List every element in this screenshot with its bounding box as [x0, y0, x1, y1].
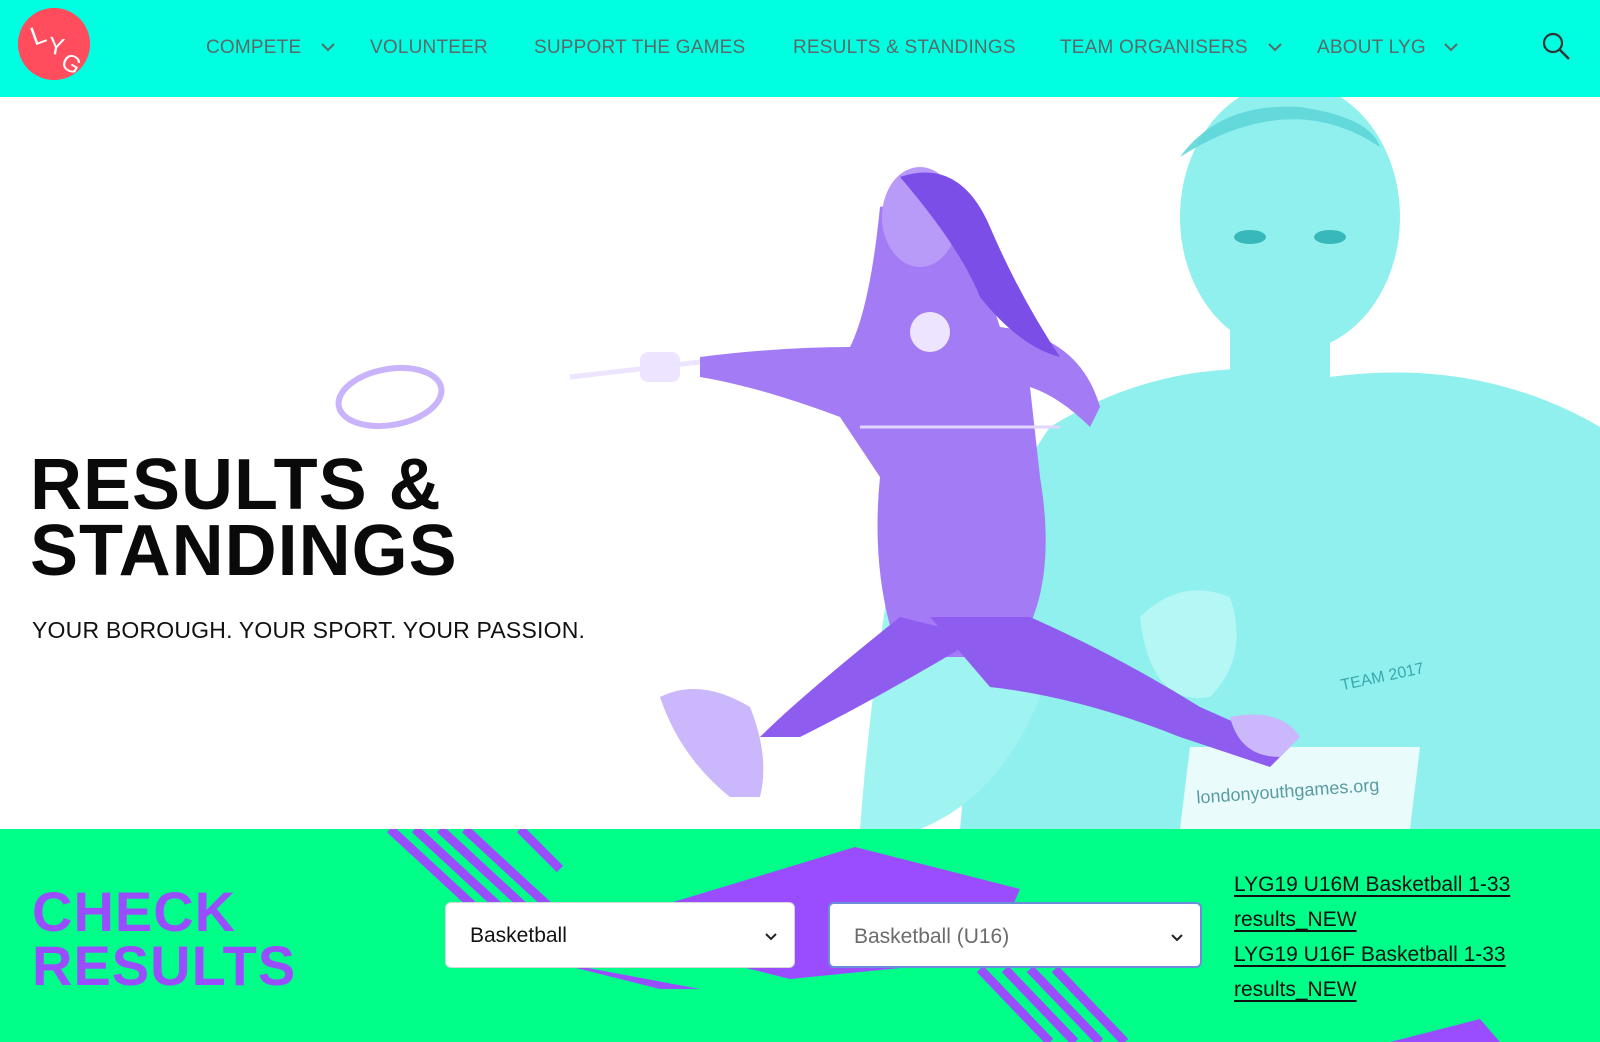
sport-select-value: Basketball — [470, 924, 567, 947]
nav-about-lyg[interactable]: ABOUT LYG — [1317, 37, 1426, 61]
check-results-title-line1: CHECK — [32, 880, 237, 943]
page-title-line1: RESULTS & — [30, 445, 442, 525]
hero-subtitle: YOUR BOROUGH. YOUR SPORT. YOUR PASSION. — [32, 617, 586, 643]
nav-results-standings[interactable]: RESULTS & STANDINGS — [793, 37, 1016, 61]
team-organisers-chevron-down-icon[interactable] — [1265, 37, 1285, 57]
chevron-down-icon — [765, 933, 777, 941]
nav-volunteer[interactable]: VOLUNTEER — [370, 37, 488, 61]
category-select-value: Basketball (U16) — [854, 925, 1010, 948]
chevron-down-icon — [1171, 934, 1183, 942]
category-select[interactable]: Basketball (U16) — [828, 902, 1202, 968]
check-results-title: CHECK RESULTS — [32, 880, 392, 997]
results-links: LYG19 U16M Basketball 1-33 results_NEW L… — [1234, 867, 1574, 1007]
sport-select[interactable]: Basketball — [445, 902, 795, 968]
race-bib: londonyouthgames.org — [1180, 747, 1420, 829]
nav-compete[interactable]: COMPETE — [206, 37, 301, 61]
check-results-section: CHECK RESULTS Basketball Basketball (U16… — [0, 829, 1600, 1042]
search-icon[interactable] — [1540, 30, 1572, 62]
check-results-title-line2: RESULTS — [32, 934, 297, 997]
about-lyg-chevron-down-icon[interactable] — [1441, 37, 1461, 57]
nav-team-organisers[interactable]: TEAM ORGANISERS — [1060, 37, 1248, 61]
lyg-logo[interactable]: L Y G — [18, 8, 90, 81]
hero-section: londonyouthgames.org TEAM 2017 RESULTS &… — [0, 97, 1600, 829]
results-link-u16m[interactable]: LYG19 U16M Basketball 1-33 results_NEW — [1234, 867, 1574, 937]
results-link-u16f[interactable]: LYG19 U16F Basketball 1-33 results_NEW — [1234, 937, 1574, 1007]
lyg-logo-mark: L Y G — [18, 8, 90, 81]
compete-chevron-down-icon[interactable] — [318, 37, 338, 57]
page-title: RESULTS & STANDINGS — [30, 445, 630, 591]
nav-support-the-games[interactable]: SUPPORT THE GAMES — [534, 37, 745, 61]
site-header: L Y G COMPETE VOLUNTEER SUPPORT THE GAME… — [0, 0, 1600, 97]
page-title-line2: STANDINGS — [30, 511, 458, 591]
